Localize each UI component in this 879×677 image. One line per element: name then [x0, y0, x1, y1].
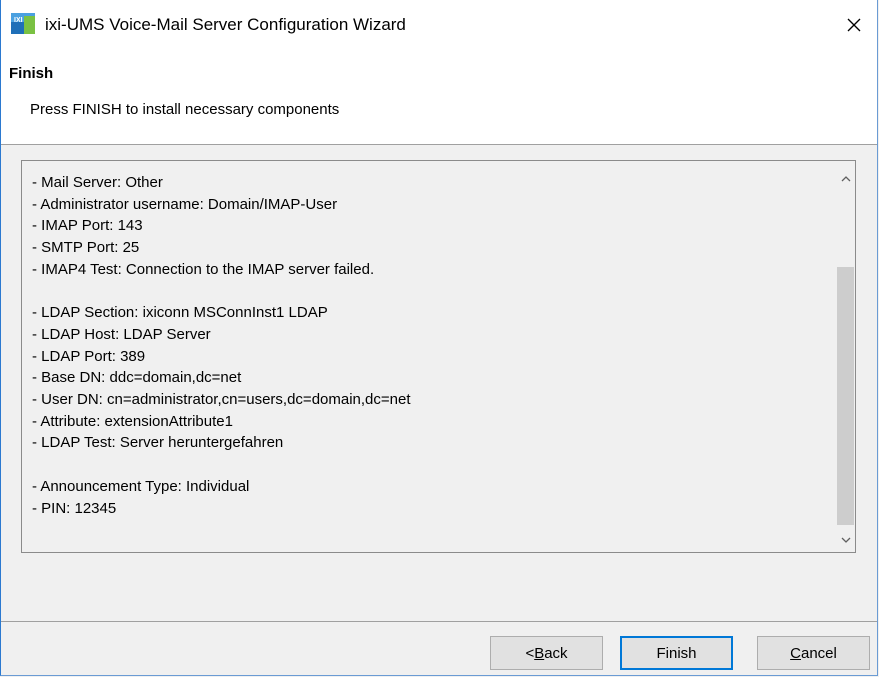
summary-line: - LDAP Section: ixiconn MSConnInst1 LDAP [32, 304, 328, 322]
page-title: Finish [9, 65, 54, 82]
summary-line: - IMAP Port: 143 [32, 217, 143, 235]
back-accelerator: B [534, 644, 545, 662]
scroll-thumb[interactable] [837, 267, 854, 525]
summary-line: - Mail Server: Other [32, 174, 163, 191]
summary-line: - IMAP4 Test: Connection to the IMAP ser… [32, 260, 375, 278]
summary-line: - User DN: cn=administrator,cn=users,dc=… [32, 391, 411, 409]
cancel-label: ancel [800, 644, 837, 662]
scroll-up-button[interactable] [835, 167, 856, 188]
summary-text: - Mail Server: Other - Administrator user… [32, 172, 411, 519]
finish-button[interactable]: Finish [620, 636, 733, 670]
summary-line [32, 454, 411, 476]
summary-line: - LDAP Host: LDAP Server [32, 325, 211, 343]
back-label: ack [544, 644, 568, 662]
close-icon [846, 17, 862, 38]
chevron-down-icon [841, 531, 851, 549]
finish-label: Finish [656, 644, 697, 662]
summary-line: - LDAP Port: 389 [32, 347, 146, 365]
summary-line: - PIN: 12345 [32, 499, 117, 517]
app-icon: IXI [11, 13, 35, 34]
close-button[interactable] [831, 0, 877, 54]
page-subtitle: Press FINISH to install necessary compon… [30, 101, 340, 118]
back-button[interactable]: < Back [490, 636, 603, 670]
cancel-button[interactable]: Cancel [757, 636, 870, 670]
summary-line: - Administrator username: Domain/IMAP-Us… [32, 195, 338, 213]
summary-textbox[interactable]: - Mail Server: Other - Administrator user… [21, 160, 856, 553]
wizard-window: IXI ixi-UMS Voice-Mail Server Configurat… [0, 0, 878, 676]
summary-line: - Base DN: ddc=domain,dc=net [32, 369, 242, 387]
summary-line: - SMTP Port: 25 [32, 239, 140, 257]
summary-line: - Announcement Type: Individual [32, 477, 250, 495]
footer-divider [1, 621, 877, 622]
title-bar[interactable]: IXI ixi-UMS Voice-Mail Server Configurat… [1, 0, 877, 54]
chevron-up-icon [841, 169, 851, 187]
wizard-header: Finish Press FINISH to install necessary… [1, 54, 877, 145]
cancel-accelerator: C [790, 644, 801, 662]
summary-line: - LDAP Test: Server heruntergefahren [32, 434, 284, 452]
svg-text:IXI: IXI [14, 17, 23, 24]
scroll-down-button[interactable] [835, 529, 856, 550]
vertical-scrollbar[interactable] [834, 161, 855, 552]
back-prefix: < [525, 644, 535, 662]
window-title: ixi-UMS Voice-Mail Server Configuration … [45, 15, 406, 34]
summary-line [32, 281, 411, 303]
summary-line: - Attribute: extensionAttribute1 [32, 412, 233, 430]
